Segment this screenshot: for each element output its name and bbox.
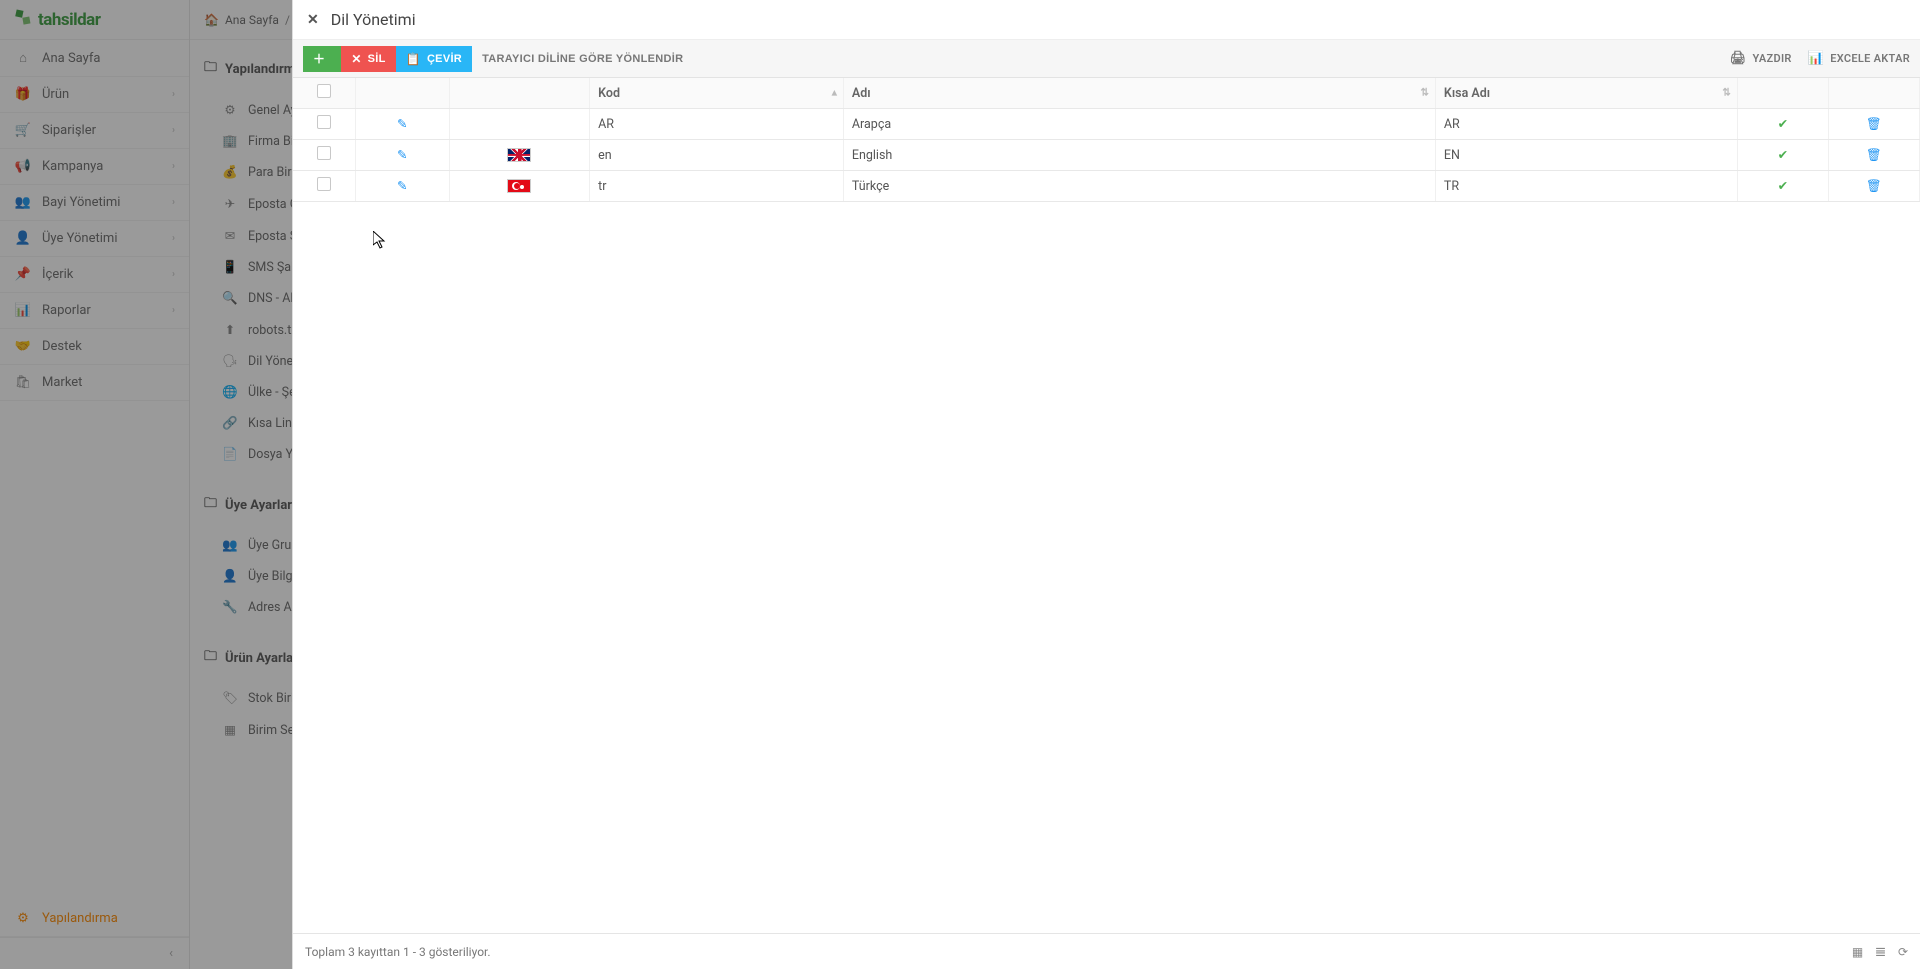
copy-icon: 📋 bbox=[406, 52, 421, 66]
check-icon: ✔ bbox=[1778, 117, 1788, 132]
edit-icon[interactable]: ✎ bbox=[397, 117, 407, 132]
checkbox[interactable] bbox=[317, 84, 331, 98]
check-icon: ✔ bbox=[1778, 148, 1788, 163]
close-icon[interactable]: ✕ bbox=[307, 12, 319, 28]
record-count: Toplam 3 kayıttan 1 - 3 gösteriliyor. bbox=[305, 945, 491, 959]
col-header-status bbox=[1737, 78, 1828, 109]
refresh-icon[interactable]: ⟳ bbox=[1898, 945, 1908, 959]
delete-button[interactable]: ✕SİL bbox=[341, 46, 395, 72]
add-button[interactable]: ＋ bbox=[303, 46, 341, 72]
edit-icon[interactable]: ✎ bbox=[397, 148, 407, 163]
print-button[interactable]: 🖨YAZDIR bbox=[1730, 51, 1792, 66]
browser-redirect-button[interactable]: TARAYICI DİLİNE GÖRE YÖNLENDİR bbox=[472, 46, 693, 72]
flag-en-icon bbox=[507, 148, 531, 162]
col-header-adi[interactable]: Adı⇅ bbox=[843, 78, 1435, 109]
checkbox[interactable] bbox=[317, 146, 331, 160]
grid-footer: Toplam 3 kayıttan 1 - 3 gösteriliyor. ▦ … bbox=[293, 933, 1920, 969]
flag-tr-icon bbox=[507, 179, 531, 193]
modal-dil-yonetimi: ✕ Dil Yönetimi ＋ ✕SİL 📋ÇEVİR TARAYICI Dİ… bbox=[292, 0, 1920, 969]
print-icon: 🖨 bbox=[1730, 51, 1747, 66]
trash-icon[interactable]: 🗑 bbox=[1866, 148, 1882, 163]
x-icon: ✕ bbox=[351, 52, 361, 66]
checkbox[interactable] bbox=[317, 115, 331, 129]
check-icon: ✔ bbox=[1778, 179, 1788, 194]
translate-button[interactable]: 📋ÇEVİR bbox=[396, 46, 472, 72]
table-row[interactable]: ✎ AR Arapça AR ✔ 🗑 bbox=[293, 109, 1920, 140]
col-header-checkbox[interactable] bbox=[293, 78, 355, 109]
modal-title: Dil Yönetimi bbox=[331, 10, 416, 29]
edit-icon[interactable]: ✎ bbox=[397, 179, 407, 194]
excel-icon: 📊 bbox=[1808, 51, 1825, 66]
layers-icon[interactable]: 𝌆 bbox=[1875, 945, 1886, 959]
checkbox[interactable] bbox=[317, 177, 331, 191]
toolbar: ＋ ✕SİL 📋ÇEVİR TARAYICI DİLİNE GÖRE YÖNLE… bbox=[293, 40, 1920, 78]
trash-icon[interactable]: 🗑 bbox=[1866, 117, 1882, 132]
col-header-flag bbox=[449, 78, 590, 109]
sort-asc-icon: ▴ bbox=[832, 88, 837, 99]
columns-icon[interactable]: ▦ bbox=[1852, 945, 1863, 959]
trash-icon[interactable]: 🗑 bbox=[1866, 179, 1882, 194]
data-grid: Kod▴ Adı⇅ Kısa Adı⇅ ✎ AR Arapça AR bbox=[293, 78, 1920, 933]
sort-icon: ⇅ bbox=[1421, 88, 1429, 99]
excel-export-button[interactable]: 📊EXCELE AKTAR bbox=[1808, 51, 1910, 66]
sort-icon: ⇅ bbox=[1722, 88, 1730, 99]
table-row[interactable]: ✎ tr Türkçe TR ✔ 🗑 bbox=[293, 171, 1920, 202]
col-header-kisa[interactable]: Kısa Adı⇅ bbox=[1435, 78, 1737, 109]
table-row[interactable]: ✎ en English EN ✔ 🗑 bbox=[293, 140, 1920, 171]
plus-icon: ＋ bbox=[313, 50, 325, 67]
col-header-kod[interactable]: Kod▴ bbox=[590, 78, 844, 109]
col-header-delete bbox=[1828, 78, 1919, 109]
col-header-edit bbox=[355, 78, 449, 109]
modal-header: ✕ Dil Yönetimi bbox=[293, 0, 1920, 40]
